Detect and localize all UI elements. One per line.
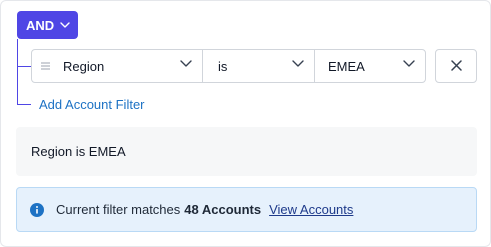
value-select[interactable]: EMEA [314,49,426,83]
logic-operator-label: AND [26,17,55,33]
info-icon [30,202,44,217]
filter-summary-text: Region is EMEA [31,144,126,159]
filter-builder-card: AND Region is EMEA Add Account Filter Re… [0,0,491,247]
add-account-filter-link[interactable]: Add Account Filter [39,97,145,112]
tree-branch-line [17,66,31,67]
remove-filter-button[interactable] [435,49,477,83]
match-prefix-text: Current filter matches [56,202,181,217]
chevron-down-icon [60,22,70,28]
tree-branch-line [17,104,31,105]
match-count: 48 Accounts [184,202,262,217]
chevron-down-icon [180,60,192,67]
field-select[interactable]: Region [31,49,203,83]
filter-summary: Region is EMEA [16,127,477,176]
logic-operator-dropdown[interactable]: AND [17,11,78,39]
filter-match-banner: Current filter matches 48 Accounts View … [16,187,477,232]
view-accounts-link[interactable]: View Accounts [269,202,353,217]
chevron-down-icon [403,60,415,67]
close-icon [450,59,462,74]
operator-select[interactable]: is [202,49,315,83]
chevron-down-icon [292,60,304,67]
tree-connector-line [17,39,18,105]
drag-handle-icon[interactable] [41,62,51,70]
